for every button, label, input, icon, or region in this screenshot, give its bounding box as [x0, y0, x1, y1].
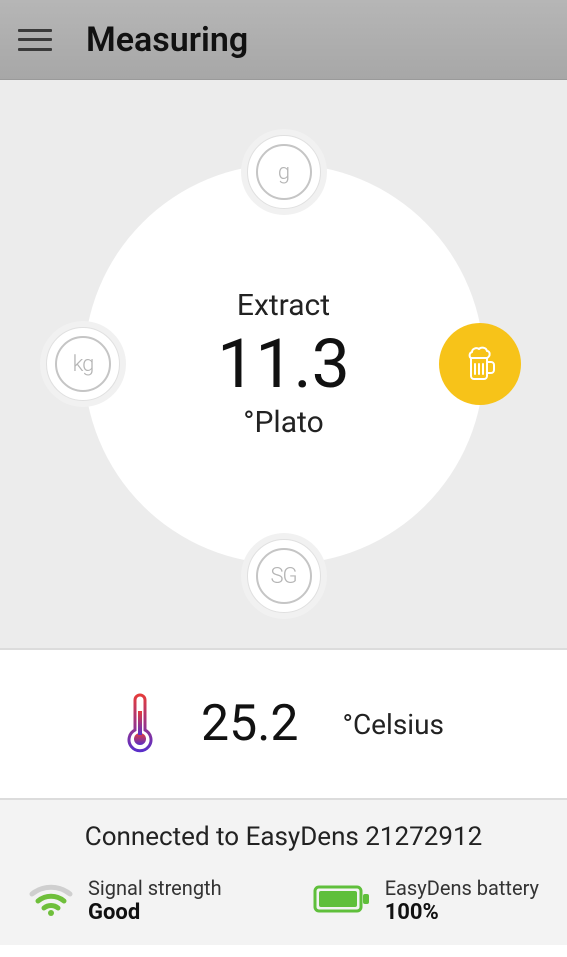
- specific-gravity-mode-button[interactable]: SG: [247, 539, 321, 613]
- extract-plato-mode-button[interactable]: [439, 323, 521, 405]
- beer-mug-icon: [452, 336, 508, 392]
- wifi-icon: [28, 882, 74, 920]
- grams-icon: g: [278, 160, 289, 185]
- battery-block: EasyDens battery 100%: [313, 876, 539, 925]
- battery-icon: [313, 883, 371, 919]
- battery-label: EasyDens battery: [385, 876, 539, 900]
- signal-label: Signal strength: [88, 876, 222, 900]
- kilograms-icon: kg: [73, 352, 94, 377]
- app-header: Measuring: [0, 0, 567, 80]
- measurement-readout: Extract 11.3 °Plato: [84, 164, 484, 564]
- kilograms-mode-button[interactable]: kg: [46, 327, 120, 401]
- measurement-value: 11.3: [217, 327, 350, 402]
- menu-icon[interactable]: [18, 29, 52, 51]
- thermometer-icon: [123, 689, 157, 759]
- page-title: Measuring: [86, 20, 248, 60]
- battery-value: 100%: [385, 900, 539, 925]
- connection-line: Connected to EasyDens 21272912: [24, 822, 543, 852]
- temperature-unit: °Celsius: [343, 708, 445, 741]
- signal-strength-block: Signal strength Good: [28, 876, 222, 925]
- temperature-section: 25.2 °Celsius: [0, 650, 567, 800]
- connection-status-section: Connected to EasyDens 21272912 Signal st…: [0, 800, 567, 945]
- temperature-value: 25.2: [201, 695, 299, 753]
- signal-value: Good: [88, 900, 222, 925]
- measurement-dial-section: Extract 11.3 °Plato g kg SG: [0, 80, 567, 650]
- measurement-unit: °Plato: [243, 405, 323, 440]
- sg-icon: SG: [270, 564, 296, 589]
- measurement-label: Extract: [237, 288, 330, 323]
- grams-mode-button[interactable]: g: [247, 135, 321, 209]
